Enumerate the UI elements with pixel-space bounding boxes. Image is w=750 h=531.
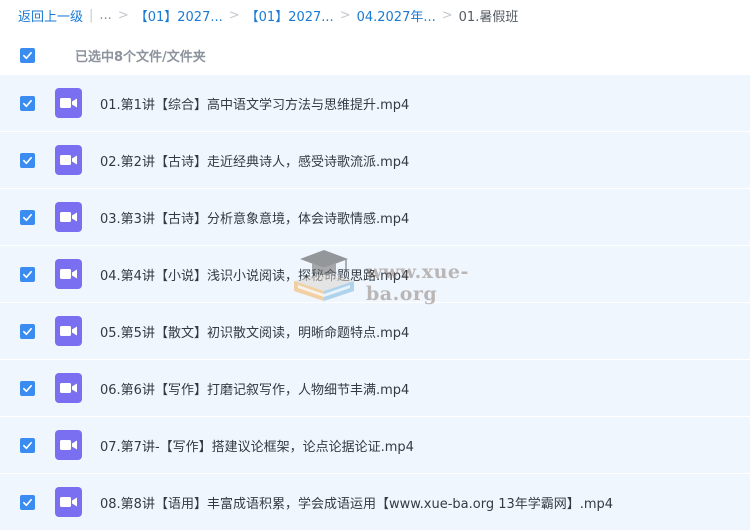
check-icon	[23, 99, 32, 107]
back-link[interactable]: 返回上一级	[18, 6, 83, 25]
breadcrumb-separator: >	[441, 7, 453, 23]
breadcrumb-separator: >	[117, 7, 129, 23]
file-checkbox[interactable]	[20, 95, 35, 111]
check-icon	[23, 441, 32, 449]
video-file-icon	[55, 316, 82, 346]
file-checkbox[interactable]	[20, 380, 35, 396]
file-checkbox[interactable]	[20, 323, 35, 339]
file-row[interactable]: 05.第5讲【散文】初识散文阅读，明晰命题特点.mp4	[0, 303, 750, 360]
check-icon	[23, 384, 32, 392]
video-file-icon	[55, 430, 82, 460]
video-file-icon	[55, 88, 82, 118]
check-icon	[23, 51, 32, 59]
file-row[interactable]: 03.第3讲【古诗】分析意象意境，体会诗歌情感.mp4	[0, 189, 750, 246]
file-row[interactable]: 08.第8讲【语用】丰富成语积累，学会成语运用【www.xue-ba.org 1…	[0, 474, 750, 531]
file-name[interactable]: 02.第2讲【古诗】走近经典诗人，感受诗歌流派.mp4	[100, 151, 409, 170]
check-icon	[23, 498, 32, 506]
breadcrumb-separator: >	[339, 7, 351, 23]
file-row[interactable]: 06.第6讲【写作】打磨记叙写作，人物细节丰满.mp4	[0, 360, 750, 417]
check-icon	[23, 213, 32, 221]
breadcrumb-item-1[interactable]: 【01】2027...	[135, 6, 223, 25]
file-name[interactable]: 05.第5讲【散文】初识散文阅读，明晰命题特点.mp4	[100, 322, 409, 341]
file-checkbox[interactable]	[20, 266, 35, 282]
file-name[interactable]: 07.第7讲-【写作】搭建议论框架，论点论据论证.mp4	[100, 436, 414, 455]
video-file-icon	[55, 487, 82, 517]
check-icon	[23, 156, 32, 164]
check-icon	[23, 327, 32, 335]
breadcrumb-ellipsis[interactable]: ...	[99, 8, 111, 23]
file-name[interactable]: 04.第4讲【小说】浅识小说阅读，探秘命题思路.mp4	[100, 265, 409, 284]
file-list: 01.第1讲【综合】高中语文学习方法与思维提升.mp4 02.第2讲【古诗】走近…	[0, 75, 750, 531]
file-checkbox[interactable]	[20, 437, 35, 453]
select-all-checkbox[interactable]	[20, 47, 35, 63]
file-checkbox[interactable]	[20, 209, 35, 225]
video-file-icon	[55, 202, 82, 232]
file-row[interactable]: 02.第2讲【古诗】走近经典诗人，感受诗歌流派.mp4	[0, 132, 750, 189]
video-file-icon	[55, 259, 82, 289]
breadcrumb-separator: |	[89, 7, 94, 23]
breadcrumb: 返回上一级 | ... > 【01】2027... > 【01】2027... …	[0, 0, 750, 30]
breadcrumb-item-2[interactable]: 【01】2027...	[246, 6, 334, 25]
selection-count: 已选中8个文件/文件夹	[75, 49, 206, 65]
file-row[interactable]: 04.第4讲【小说】浅识小说阅读，探秘命题思路.mp4	[0, 246, 750, 303]
selection-bar: 已选中8个文件/文件夹	[0, 36, 750, 74]
file-name[interactable]: 03.第3讲【古诗】分析意象意境，体会诗歌情感.mp4	[100, 208, 409, 227]
breadcrumb-separator: >	[228, 7, 240, 23]
breadcrumb-item-3[interactable]: 04.2027年...	[357, 6, 436, 25]
file-row[interactable]: 07.第7讲-【写作】搭建议论框架，论点论据论证.mp4	[0, 417, 750, 474]
file-name[interactable]: 06.第6讲【写作】打磨记叙写作，人物细节丰满.mp4	[100, 379, 409, 398]
file-row[interactable]: 01.第1讲【综合】高中语文学习方法与思维提升.mp4	[0, 75, 750, 132]
file-name[interactable]: 08.第8讲【语用】丰富成语积累，学会成语运用【www.xue-ba.org 1…	[100, 493, 613, 512]
check-icon	[23, 270, 32, 278]
video-file-icon	[55, 145, 82, 175]
file-checkbox[interactable]	[20, 494, 35, 510]
file-checkbox[interactable]	[20, 152, 35, 168]
file-name[interactable]: 01.第1讲【综合】高中语文学习方法与思维提升.mp4	[100, 94, 409, 113]
video-file-icon	[55, 373, 82, 403]
breadcrumb-current: 01.暑假班	[458, 9, 519, 25]
